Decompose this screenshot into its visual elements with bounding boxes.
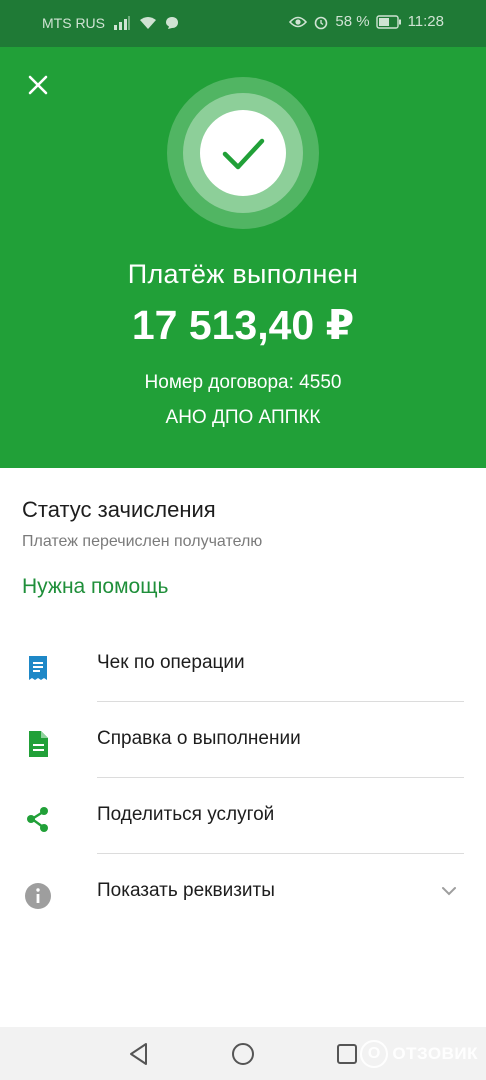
crediting-status-description: Платеж перечислен получателю [22, 533, 263, 550]
recipient-name: АНО ДПО АППКК [165, 407, 321, 428]
contract-number: Номер договора: 4550 [144, 372, 342, 393]
checkmark-icon [167, 77, 319, 229]
watermark-text: ОТЗОВИК [392, 1044, 478, 1063]
alarm-icon [315, 16, 328, 29]
share-icon [27, 807, 48, 832]
help-link[interactable]: Нужна помощь [22, 575, 168, 599]
receipt-action-label: Чек по операции [97, 652, 245, 673]
recents-icon[interactable] [334, 1041, 360, 1067]
info-icon [25, 883, 51, 909]
receipt-action[interactable]: Чек по операции [0, 626, 486, 702]
chat-icon [166, 17, 178, 29]
battery-icon [375, 14, 401, 29]
back-icon[interactable] [126, 1041, 152, 1067]
receipt-icon [29, 656, 47, 680]
carrier-label: MTS RUS [42, 15, 105, 31]
watermark-logo: О ОТЗОВИК [360, 1040, 478, 1068]
wifi-icon [140, 17, 156, 29]
payment-success-header: Платёж выполнен 17 513,40 ₽ Номер догово… [0, 47, 486, 468]
eye-icon [289, 16, 308, 27]
share-action-label: Поделиться услугой [97, 804, 275, 825]
payment-status-title: Платёж выполнен [127, 259, 359, 289]
actions-list: Чек по операции Справка о выполнении Под… [0, 626, 486, 930]
certificate-action-label: Справка о выполнении [97, 728, 301, 749]
certificate-action[interactable]: Справка о выполнении [0, 702, 486, 778]
share-action[interactable]: Поделиться услугой [0, 778, 486, 854]
chevron-down-icon[interactable] [440, 882, 458, 900]
show-details-label: Показать реквизиты [97, 880, 275, 901]
document-icon [29, 731, 48, 757]
close-icon[interactable] [22, 69, 54, 101]
watermark-circle: О [360, 1040, 389, 1068]
status-bar: MTS RUS 58 % 11:28 [0, 0, 486, 47]
home-icon[interactable] [230, 1041, 256, 1067]
clock: 11:28 [407, 13, 444, 30]
show-details-action[interactable]: Показать реквизиты [0, 854, 486, 930]
crediting-status-title: Статус зачисления [22, 497, 216, 522]
payment-amount: 17 513,40 ₽ [131, 302, 355, 348]
battery-percent: 58 % [335, 13, 370, 30]
signal-icon [114, 16, 130, 30]
